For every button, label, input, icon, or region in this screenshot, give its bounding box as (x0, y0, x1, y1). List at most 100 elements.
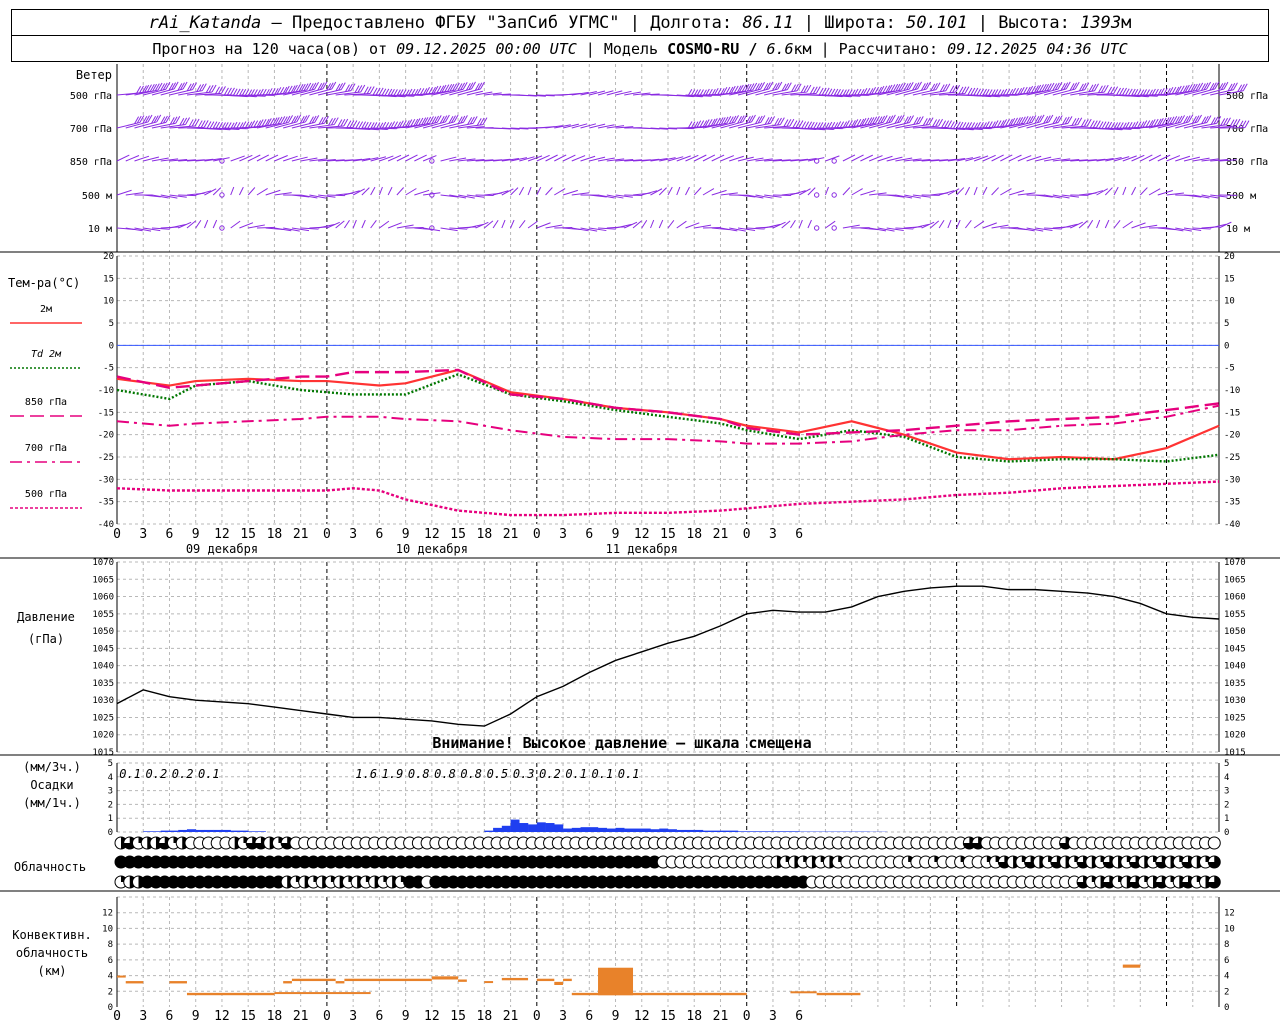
wind-barb (1078, 220, 1088, 229)
wind-barb (938, 219, 945, 229)
convective-bar (169, 981, 187, 984)
pressure-ytick-left: 1070 (92, 558, 114, 568)
convective-ytick-left: 8 (108, 940, 113, 950)
wind-barb (1000, 188, 1012, 196)
convective-bar (1122, 964, 1141, 968)
temperature-xtick: 3 (559, 527, 567, 542)
wind-barb (1122, 186, 1127, 196)
convective-xtick: 0 (113, 1009, 121, 1024)
wind-barb (527, 220, 538, 229)
precip-axis-label: (мм/1ч.) (23, 796, 81, 810)
wind-barb (343, 219, 350, 229)
precip-bar (195, 829, 205, 832)
precip-ytick-right: 5 (1224, 759, 1229, 769)
precip-ytick-left: 5 (108, 759, 113, 769)
wind-barb-feather (1072, 82, 1078, 90)
wind-barb-feather (751, 114, 756, 123)
wind-level-label-left: 10 м (88, 224, 112, 235)
pressure-ytick-left: 1050 (92, 627, 114, 637)
pressure-ytick-right: 1045 (1224, 644, 1246, 654)
precip-bar (790, 831, 800, 832)
temperature-ytick-left: 20 (103, 252, 114, 262)
wind-barb (807, 219, 812, 229)
precip-bar (493, 827, 503, 832)
precip-bar (720, 830, 730, 832)
wind-calm-mark (813, 225, 820, 231)
wind-barb (203, 219, 209, 229)
precip-3h-sum: 0.1 (618, 767, 640, 781)
precip-bar (151, 831, 161, 832)
wind-barb (685, 186, 690, 196)
convective-bar (291, 978, 336, 982)
meteogram: Ветер 500 гПа 500 гПа 700 гПа 700 гПа 850 гПа… (0, 64, 1280, 1024)
precip-bar (615, 827, 625, 832)
convective-xtick: 3 (769, 1009, 777, 1024)
wind-barb-feather (914, 82, 920, 90)
wind-barb-feather (451, 115, 456, 123)
wind-barb-feather (765, 82, 771, 90)
precip-bar (510, 819, 520, 832)
wind-barb (536, 186, 542, 196)
wind-barb-feather (1037, 115, 1042, 123)
precip-bar (169, 830, 179, 832)
day-label: 11 декабря (606, 542, 678, 556)
pressure-ytick-left: 1030 (92, 696, 114, 706)
wind-barb (571, 123, 588, 129)
wind-barb (956, 219, 961, 229)
wind-barb-feather (296, 114, 302, 123)
wind-barb-feather (145, 115, 150, 123)
convective-ytick-right: 0 (1224, 1003, 1229, 1013)
temperature-xtick: 6 (795, 527, 803, 542)
wind-barb (1096, 219, 1101, 229)
temperature-ytick-right: -35 (1224, 498, 1240, 508)
precip-bar (589, 827, 599, 832)
temperature-grid (116, 255, 1220, 525)
temperature-ytick-right: 0 (1224, 341, 1229, 351)
convective-bar (536, 978, 555, 982)
wind-calm-mark (831, 158, 837, 164)
convective-bar (554, 981, 564, 985)
convective-ytick-left: 6 (108, 956, 113, 966)
convective-xtick: 18 (267, 1009, 283, 1024)
wind-barbs (116, 81, 1250, 232)
precip-bar (178, 829, 188, 832)
temperature-ytick-left: 5 (109, 319, 114, 329)
precip-bar (633, 828, 642, 832)
wind-barb-feather (1185, 115, 1191, 123)
convective-xtick: 3 (139, 1009, 147, 1024)
convective-xtick: 15 (240, 1009, 256, 1024)
precip-bar (606, 828, 616, 832)
temperature-xtick: 15 (240, 527, 256, 542)
wind-barb (982, 186, 988, 196)
temperature-ytick-right: -20 (1224, 431, 1240, 441)
precip-ytick-right: 1 (1224, 814, 1229, 824)
temperature-xtick: 18 (477, 527, 493, 542)
pressure-axis-label: Давление (17, 610, 75, 624)
precip-3h-sum: 0.2 (539, 767, 561, 781)
precip-bar (230, 830, 240, 832)
convective-xtick: 21 (503, 1009, 519, 1024)
precip-ytick-left: 2 (108, 800, 113, 810)
wind-barb (247, 187, 256, 196)
temperature-xtick: 9 (192, 527, 200, 542)
wind-barb-feather (471, 81, 476, 90)
wind-barb (851, 188, 863, 196)
wind-barb-feather (890, 114, 896, 123)
convective-bar (283, 981, 292, 984)
temperature-xtick: 9 (402, 527, 410, 542)
wind-barb-feather (1063, 82, 1069, 90)
precip-bar (256, 831, 266, 832)
temperature-xtick: 12 (424, 527, 440, 542)
temperature-ytick-right: 15 (1224, 274, 1235, 284)
convective-xtick: 0 (533, 1009, 541, 1024)
temperature-axis-label: Тем-ра(°C) (8, 276, 80, 290)
wind-barb (956, 187, 965, 196)
wind-barb (230, 186, 235, 196)
temperature-ytick-left: -40 (98, 520, 114, 530)
precip-3h-sum: 0.1 (119, 767, 141, 781)
wind-barb (361, 219, 366, 229)
convective-bar (344, 978, 432, 982)
wind-barb-feather (923, 82, 929, 90)
precip-bar (571, 827, 581, 832)
wind-barb (361, 187, 370, 196)
